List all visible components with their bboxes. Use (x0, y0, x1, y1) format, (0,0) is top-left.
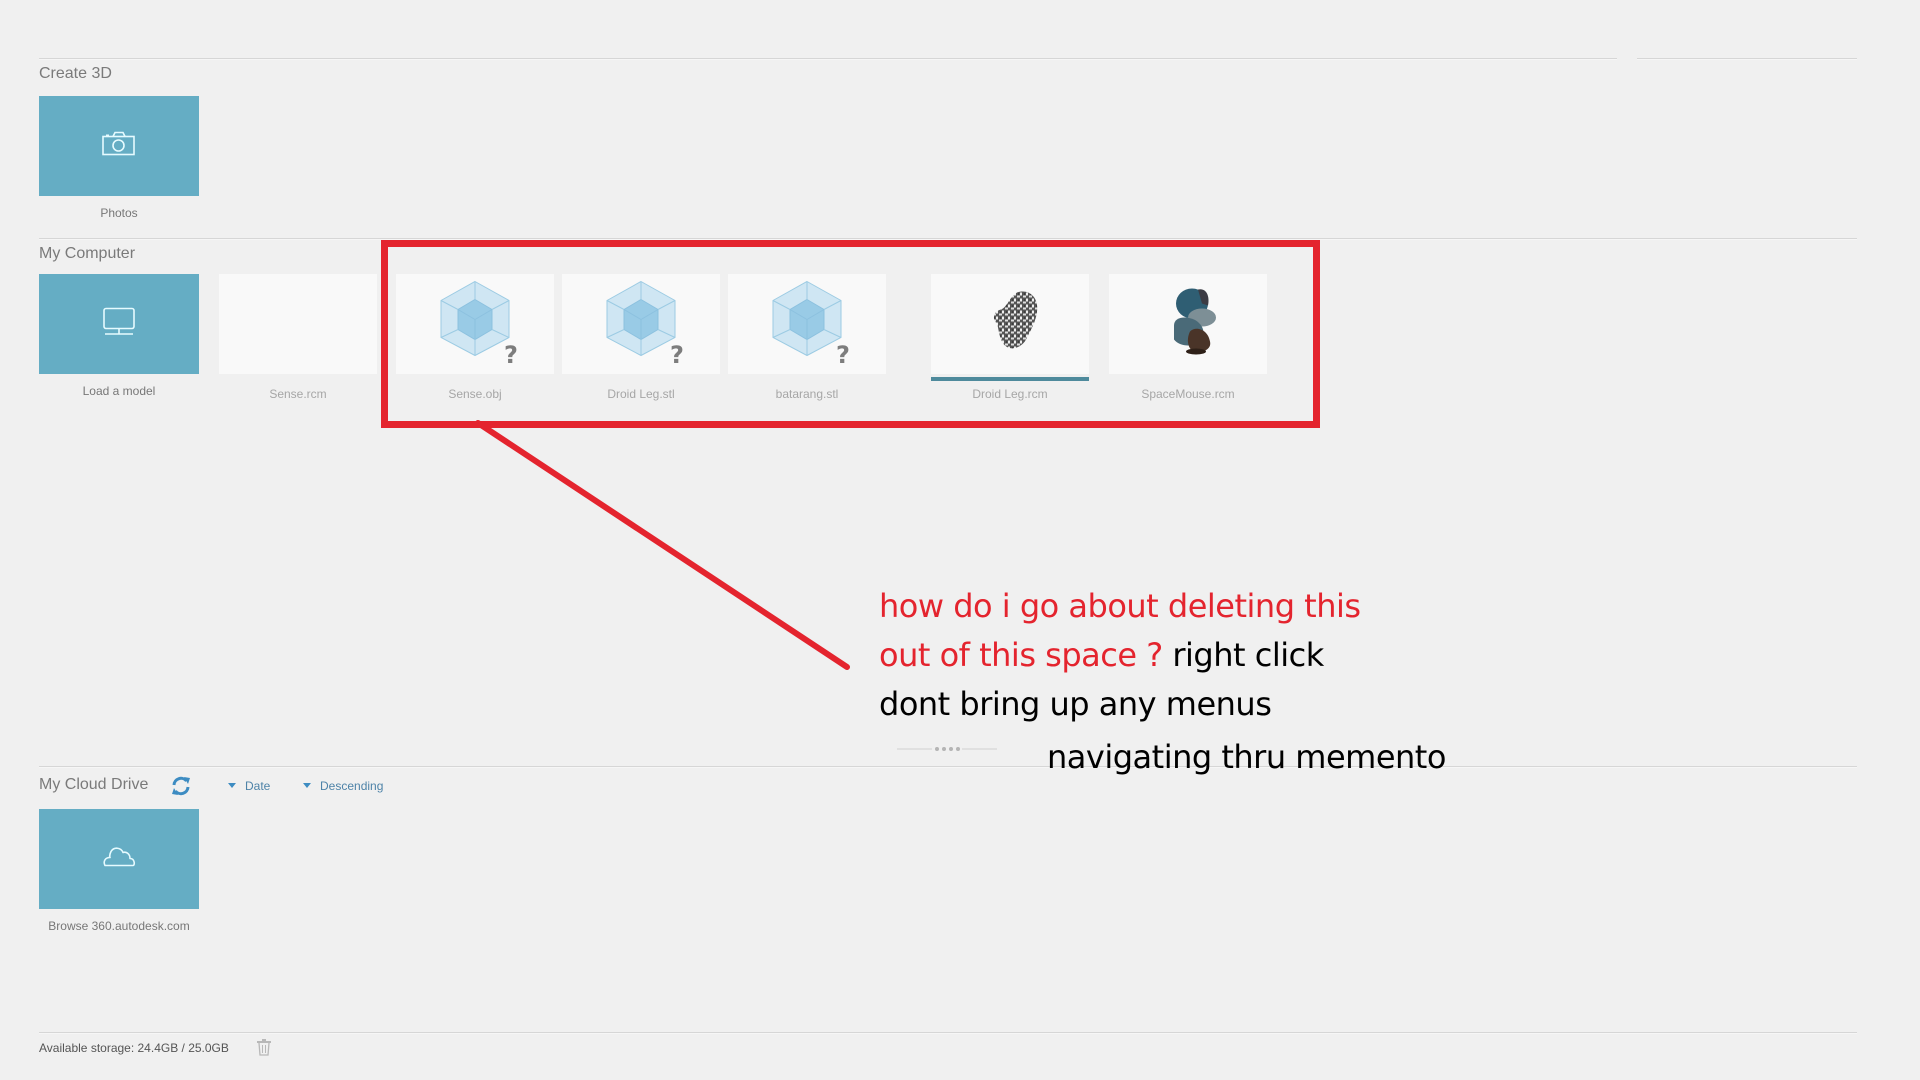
annotation-question-text: how do i go about deleting this (879, 587, 1361, 625)
file-tile-droid-leg-rcm[interactable] (931, 274, 1089, 374)
camera-icon (102, 131, 136, 161)
cube-icon (605, 280, 677, 363)
top-divider (39, 58, 1617, 60)
annotation-overlay (381, 240, 1320, 670)
file-tile-droid-leg-stl[interactable]: ? (562, 274, 720, 374)
sort-field-label: Date (245, 779, 271, 793)
selection-indicator (931, 377, 1089, 381)
photos-label: Photos (100, 206, 138, 220)
file-label: batarang.stl (775, 387, 839, 401)
sort-field-dropdown[interactable]: Date (228, 779, 270, 793)
annotation-line-2: out of this space ? right click (879, 636, 1324, 674)
annotation-question-text: out of this space ? (879, 636, 1163, 674)
file-tile-sense-obj[interactable]: ? (396, 274, 554, 374)
footer-divider (39, 1032, 1857, 1034)
annotation-line-3: dont bring up any menus (879, 685, 1272, 723)
annotation-line-4: navigating thru memento (1047, 738, 1446, 776)
sort-order-dropdown[interactable]: Descending (303, 779, 383, 793)
annotation-note-text: dont bring up any menus (879, 685, 1272, 723)
cloud-drive-divider (39, 766, 1857, 768)
load-model-tile[interactable] (39, 274, 199, 374)
trash-icon[interactable] (256, 1038, 272, 1056)
file-label: SpaceMouse.rcm (1141, 387, 1235, 401)
file-label: Droid Leg.stl (607, 387, 675, 401)
annotation-note-text: navigating thru memento (1047, 738, 1446, 776)
cloud-icon (102, 846, 136, 873)
unknown-format-icon: ? (836, 341, 850, 369)
unknown-format-icon: ? (670, 341, 684, 369)
cloud-drive-title: My Cloud Drive (39, 776, 149, 793)
annotation-line-1: how do i go about deleting this (879, 587, 1361, 625)
file-label: Droid Leg.rcm (972, 387, 1048, 401)
file-tile-batarang-stl[interactable]: ? (728, 274, 886, 374)
cube-icon (771, 280, 843, 363)
annotation-note-text: right click (1162, 636, 1324, 674)
storage-status: Available storage: 24.4GB / 25.0GB (39, 1041, 229, 1055)
browse-cloud-tile[interactable] (39, 809, 199, 909)
file-tile-spacemouse-rcm[interactable] (1109, 274, 1267, 374)
annotation-arrow-line (475, 420, 850, 670)
monitor-icon (103, 307, 135, 341)
my-computer-divider (39, 238, 1857, 240)
file-label: Sense.rcm (269, 387, 327, 401)
cube-icon (439, 280, 511, 363)
browse-cloud-label: Browse 360.autodesk.com (48, 919, 190, 933)
top-divider-right (1637, 58, 1857, 60)
sort-order-label: Descending (320, 779, 384, 793)
file-label: Sense.obj (448, 387, 502, 401)
dropdown-arrow-icon (303, 783, 311, 789)
create-3d-title: Create 3D (39, 65, 112, 82)
mesh-thumbnail-droid-leg (987, 290, 1043, 359)
load-model-label: Load a model (82, 384, 156, 398)
panel-splitter-handle[interactable] (897, 742, 997, 754)
my-computer-title: My Computer (39, 245, 136, 262)
file-tile-sense-rcm[interactable] (219, 274, 377, 374)
mesh-thumbnail-spacemouse (1168, 286, 1224, 363)
refresh-icon[interactable] (170, 775, 192, 797)
unknown-format-icon: ? (504, 341, 518, 369)
dropdown-arrow-icon (228, 783, 236, 789)
photos-tile[interactable] (39, 96, 199, 196)
